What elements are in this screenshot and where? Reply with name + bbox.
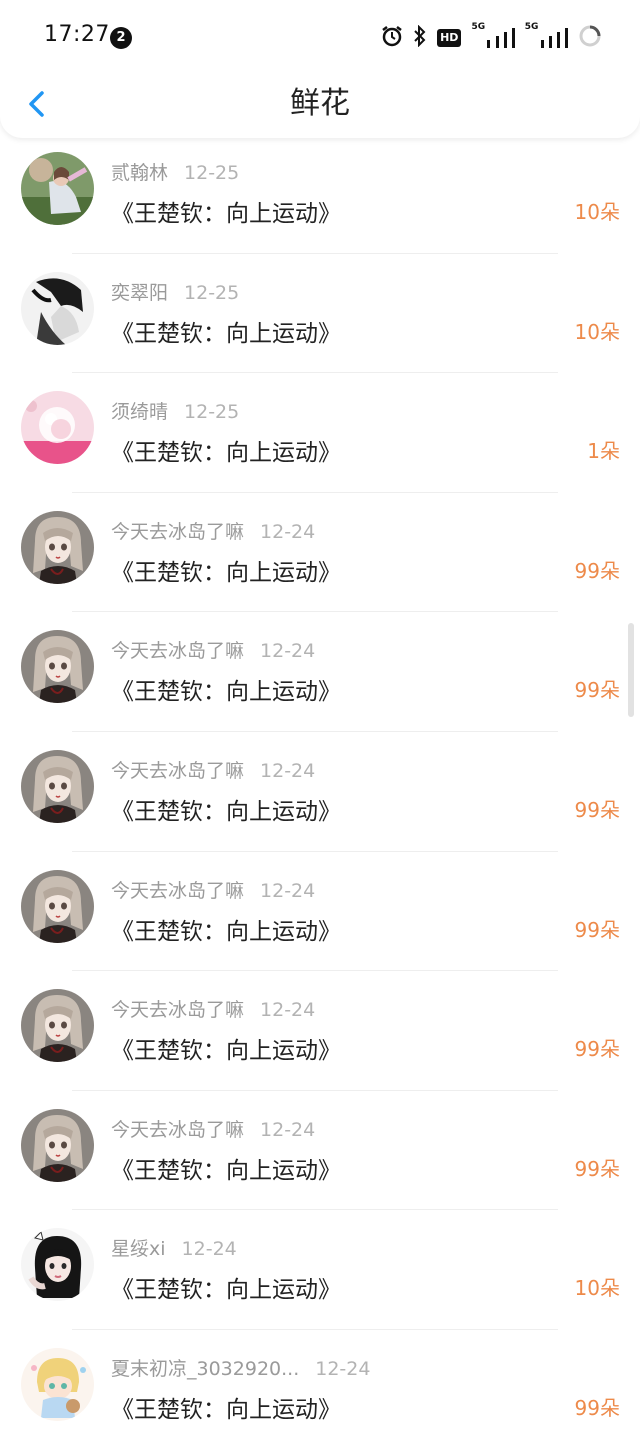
sender-name: 贰翰林 [111, 162, 169, 184]
gift-date: 12-25 [184, 162, 240, 184]
avatar-dark-haired-girl[interactable] [21, 1228, 94, 1302]
flower-count: 99朵 [574, 678, 620, 703]
page-title: 鲜花 [290, 86, 350, 121]
list-item-7[interactable]: 今天去冰岛了嘛 12-24 《王楚钦：向上运动》 99朵 [0, 852, 640, 972]
list-item-5[interactable]: 今天去冰岛了嘛 12-24 《王楚钦：向上运动》 99朵 [0, 612, 640, 732]
sender-name: 须绮晴 [111, 401, 169, 424]
sender-meta: 今天去冰岛了嘛 12-24 [111, 517, 315, 544]
flower-gift-page: 17:27 2 HD 5G 5G 鲜花 贰翰林 12-25 《王楚钦：向上运动》… [0, 0, 640, 1431]
gift-date: 12-24 [260, 520, 316, 543]
sender-name: 今天去冰岛了嘛 [111, 879, 245, 902]
list-item-9[interactable]: 今天去冰岛了嘛 12-24 《王楚钦：向上运动》 99朵 [0, 1091, 640, 1211]
flower-count: 1朵 [587, 439, 620, 464]
list-item-2[interactable]: 奕翠阳 12-25 《王楚钦：向上运动》 10朵 [0, 254, 640, 374]
sender-meta: 奕翠阳 12-25 [111, 278, 239, 305]
sender-meta: 今天去冰岛了嘛 12-24 [111, 876, 315, 903]
status-time: 17:27 [44, 22, 110, 47]
gift-title: 《王楚钦：向上运动》 [111, 201, 341, 227]
sender-name: 今天去冰岛了嘛 [111, 759, 245, 782]
gift-title: 《王楚钦：向上运动》 [111, 559, 341, 586]
status-bar: 17:27 2 HD 5G 5G [0, 0, 640, 76]
flower-count: 99朵 [574, 558, 620, 583]
sender-name: 今天去冰岛了嘛 [111, 1118, 245, 1141]
gift-title: 《王楚钦：向上运动》 [111, 798, 341, 825]
avatar-blonde-chibi[interactable] [21, 1347, 94, 1421]
list-item-1[interactable]: 贰翰林 12-25 《王楚钦：向上运动》 10朵 [0, 134, 640, 254]
gift-title: 《王楚钦：向上运动》 [111, 1396, 341, 1423]
header-bar: 17:27 2 HD 5G 5G 鲜花 [0, 0, 640, 138]
gift-title: 《王楚钦：向上运动》 [111, 320, 341, 347]
gift-date: 12-24 [260, 999, 316, 1022]
sender-meta: 今天去冰岛了嘛 12-24 [111, 995, 315, 1022]
gift-title: 《王楚钦：向上运动》 [111, 918, 341, 945]
gift-date: 12-24 [260, 759, 316, 782]
flower-count: 10朵 [574, 200, 620, 224]
sender-meta: 星绥xi 12-24 [111, 1234, 237, 1261]
notification-count-badge: 2 [110, 27, 132, 49]
avatar-dark-haired-boy[interactable] [21, 271, 94, 345]
gift-date: 12-24 [260, 879, 316, 902]
signal-icon-2: 5G [525, 22, 568, 48]
sender-name: 今天去冰岛了嘛 [111, 999, 245, 1022]
sender-meta: 今天去冰岛了嘛 12-24 [111, 1115, 315, 1142]
avatar-anime-girl[interactable] [21, 989, 94, 1063]
list-item-3[interactable]: 须绮晴 12-25 《王楚钦：向上运动》 1朵 [0, 373, 640, 493]
avatar-anime-girl[interactable] [21, 510, 94, 584]
avatar-anime-girl[interactable] [21, 749, 94, 823]
flower-count: 10朵 [574, 1276, 620, 1301]
avatar-pink-ball[interactable] [21, 391, 94, 465]
gift-title: 《王楚钦：向上运动》 [111, 1277, 341, 1304]
gift-title: 《王楚钦：向上运动》 [111, 1157, 341, 1184]
loading-spinner-icon [578, 24, 602, 52]
sender-name: 奕翠阳 [111, 281, 169, 304]
sender-meta: 贰翰林 12-25 [111, 158, 239, 185]
avatar-anime-girl[interactable] [21, 630, 94, 704]
gift-title: 《王楚钦：向上运动》 [111, 1038, 341, 1065]
hd-voice-badge: HD [437, 29, 462, 47]
gift-date: 12-25 [184, 281, 240, 304]
alarm-icon [381, 25, 403, 51]
gift-date: 12-24 [260, 1118, 316, 1141]
list-item-11[interactable]: 夏末初凉_3032920... 12-24 《王楚钦：向上运动》 99朵 [0, 1330, 640, 1431]
gift-date: 12-24 [260, 640, 316, 663]
sender-name: 今天去冰岛了嘛 [111, 520, 245, 543]
sender-name: 今天去冰岛了嘛 [111, 640, 245, 663]
list-item-4[interactable]: 今天去冰岛了嘛 12-24 《王楚钦：向上运动》 99朵 [0, 493, 640, 613]
bluetooth-icon [413, 24, 427, 51]
list-item-10[interactable]: 星绥xi 12-24 《王楚钦：向上运动》 10朵 [0, 1210, 640, 1330]
gift-title: 《王楚钦：向上运动》 [111, 679, 341, 706]
flower-count: 99朵 [574, 797, 620, 822]
gift-date: 12-24 [315, 1357, 371, 1380]
gift-title: 《王楚钦：向上运动》 [111, 440, 341, 467]
scrollbar[interactable] [628, 623, 634, 717]
avatar-anime-girl[interactable] [21, 1108, 94, 1182]
sender-name: 夏末初凉_3032920... [111, 1357, 300, 1380]
flower-count: 99朵 [574, 1395, 620, 1420]
flower-count: 99朵 [574, 917, 620, 942]
list-item-8[interactable]: 今天去冰岛了嘛 12-24 《王楚钦：向上运动》 99朵 [0, 971, 640, 1091]
flower-count: 10朵 [574, 319, 620, 344]
sender-meta: 夏末初凉_3032920... 12-24 [111, 1354, 370, 1381]
status-icons: HD 5G 5G [381, 22, 602, 52]
sender-meta: 今天去冰岛了嘛 12-24 [111, 636, 315, 663]
signal-icon-1: 5G [471, 22, 515, 48]
flower-count: 99朵 [574, 1156, 620, 1181]
avatar-girl-on-grass[interactable] [21, 152, 94, 225]
gift-date: 12-24 [181, 1238, 237, 1261]
navigation-row: 鲜花 [0, 76, 640, 134]
avatar-anime-girl[interactable] [21, 869, 94, 943]
list-item-6[interactable]: 今天去冰岛了嘛 12-24 《王楚钦：向上运动》 99朵 [0, 732, 640, 852]
flower-count: 99朵 [574, 1037, 620, 1062]
flower-gift-list: 贰翰林 12-25 《王楚钦：向上运动》 10朵 奕翠阳 12-25 《王楚钦：向上… [0, 138, 640, 1431]
sender-name: 星绥xi [111, 1238, 166, 1261]
sender-meta: 须绮晴 12-25 [111, 397, 239, 424]
sender-meta: 今天去冰岛了嘛 12-24 [111, 756, 315, 783]
gift-date: 12-25 [184, 401, 240, 424]
